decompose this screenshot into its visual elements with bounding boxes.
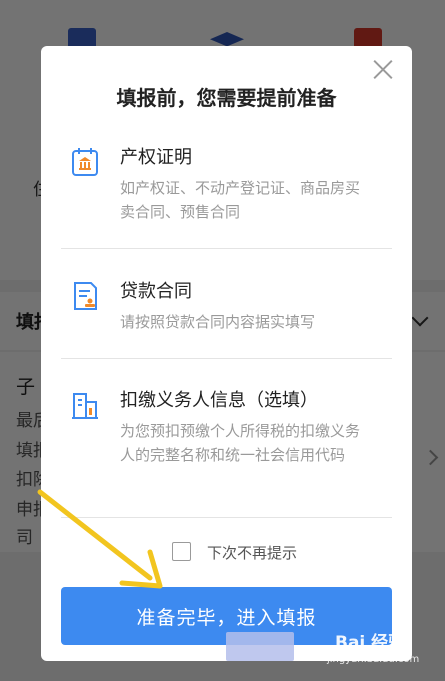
item-title: 产权证明 [120,147,192,168]
item-description: 为您预扣预缴个人所得税的扣缴义务人的完整名称和统一社会信用代码 [120,422,361,464]
contract-stamp-icon [74,282,97,310]
redaction-patch [226,632,294,661]
watermark-url: jingyan.baidu.com [327,654,420,665]
watermark-logo: Bai 经验 [335,633,406,653]
divider [61,248,392,249]
dont-remind-label[interactable]: 下次不再提示 [207,542,297,563]
dont-remind-checkbox[interactable] [172,542,191,561]
requirement-item-withholding-agent: 扣缴义务人信息（选填） 为您预扣预缴个人所得税的扣缴义务人的完整名称和统一社会信… [61,386,393,496]
item-title: 扣缴义务人信息（选填） [120,390,318,411]
building-icon [72,393,98,419]
divider [61,517,392,518]
preparation-dialog: 填报前，您需要提前准备 产权证明 如产权证、不动产登记证、商品房买卖合同、预售合… [41,46,412,661]
dont-remind-row: 下次不再提示 [41,542,412,564]
item-title: 贷款合同 [120,281,192,302]
requirement-item-loan-contract: 贷款合同 请按照贷款合同内容据实填写 [61,277,393,347]
close-icon[interactable] [372,58,394,80]
dialog-title: 填报前，您需要提前准备 [116,86,337,110]
divider [61,358,392,359]
baidu-watermark: Bai 经验 jingyan.baidu.com [327,626,437,676]
item-description: 请按照贷款合同内容据实填写 [120,313,316,331]
item-description: 如产权证、不动产登记证、商品房买卖合同、预售合同 [120,179,361,221]
calendar-building-icon [72,148,98,176]
requirement-item-property-proof: 产权证明 如产权证、不动产登记证、商品房买卖合同、预售合同 [61,143,393,243]
